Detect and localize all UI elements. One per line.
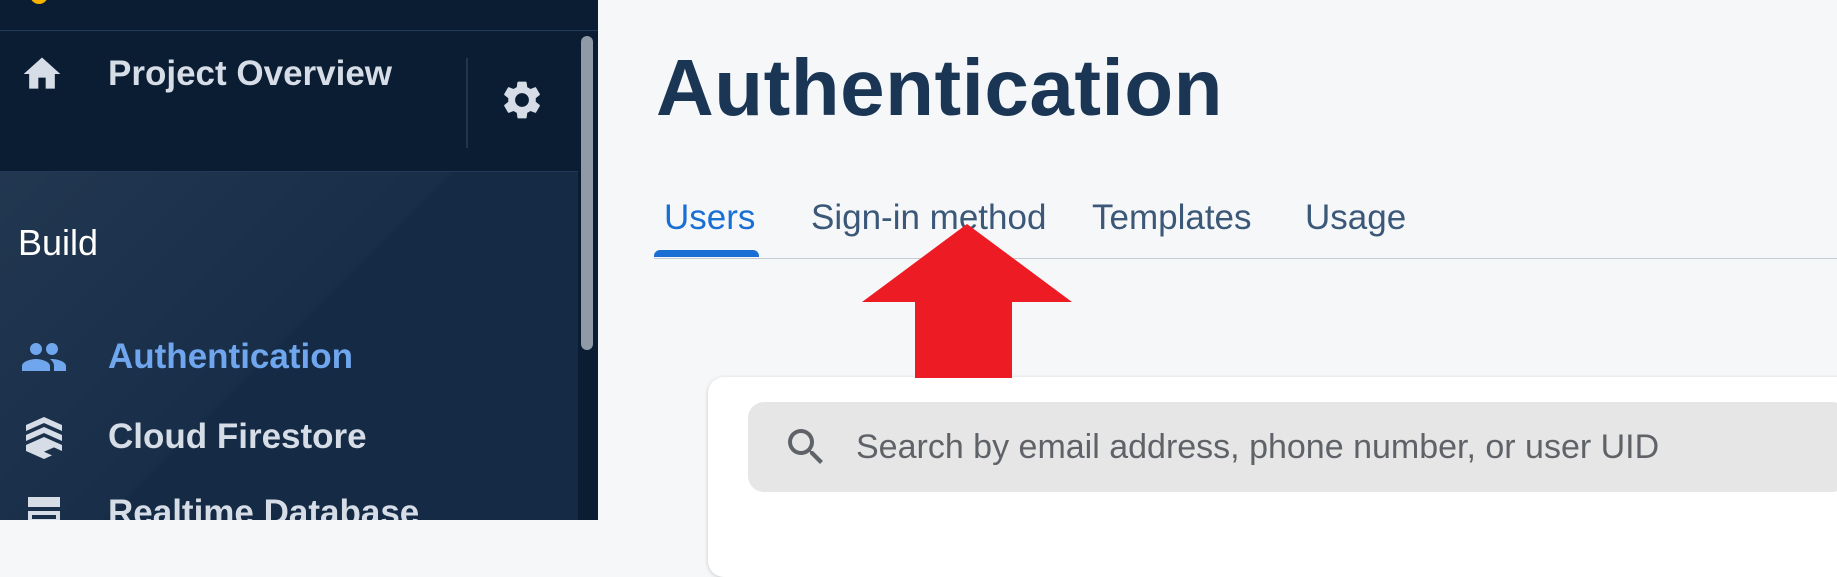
- sidebar-item-label: Realtime Database: [108, 493, 420, 520]
- firestore-layers-icon: [20, 413, 68, 461]
- user-search-box[interactable]: [748, 402, 1837, 492]
- firebase-logo-icon: [30, 0, 48, 4]
- tab-templates[interactable]: Templates: [1084, 178, 1260, 258]
- sidebar-item-authentication[interactable]: Authentication: [0, 322, 578, 392]
- database-icon: [20, 489, 68, 520]
- page-title: Authentication: [656, 43, 1223, 132]
- project-settings-button[interactable]: [496, 76, 548, 128]
- tab-bar: Users Sign-in method Templates Usage: [654, 178, 1837, 259]
- main-content: Authentication Users Sign-in method Temp…: [598, 0, 1837, 577]
- tab-users[interactable]: Users: [656, 178, 763, 258]
- project-overview-link[interactable]: Project Overview: [0, 44, 465, 104]
- sidebar-item-realtime-database[interactable]: Realtime Database: [0, 478, 578, 520]
- search-icon: [782, 423, 830, 471]
- sidebar: Project Overview Build Authentication Cl…: [0, 0, 598, 520]
- sidebar-item-label: Cloud Firestore: [108, 417, 367, 456]
- overview-divider: [466, 58, 468, 148]
- people-icon: [20, 333, 68, 381]
- user-search-input[interactable]: [854, 426, 1758, 468]
- home-icon: [20, 52, 64, 96]
- sidebar-topbar: [0, 0, 598, 31]
- gear-icon: [499, 77, 545, 128]
- sidebar-item-label: Authentication: [108, 337, 353, 376]
- sidebar-scrollbar-thumb[interactable]: [581, 36, 593, 350]
- sidebar-section-build: Build: [18, 222, 99, 263]
- active-tab-indicator: [654, 250, 759, 257]
- annotation-arrow-icon: [862, 224, 1072, 378]
- project-overview-label: Project Overview: [108, 54, 393, 93]
- tab-usage[interactable]: Usage: [1297, 178, 1414, 258]
- sidebar-item-cloud-firestore[interactable]: Cloud Firestore: [0, 402, 578, 472]
